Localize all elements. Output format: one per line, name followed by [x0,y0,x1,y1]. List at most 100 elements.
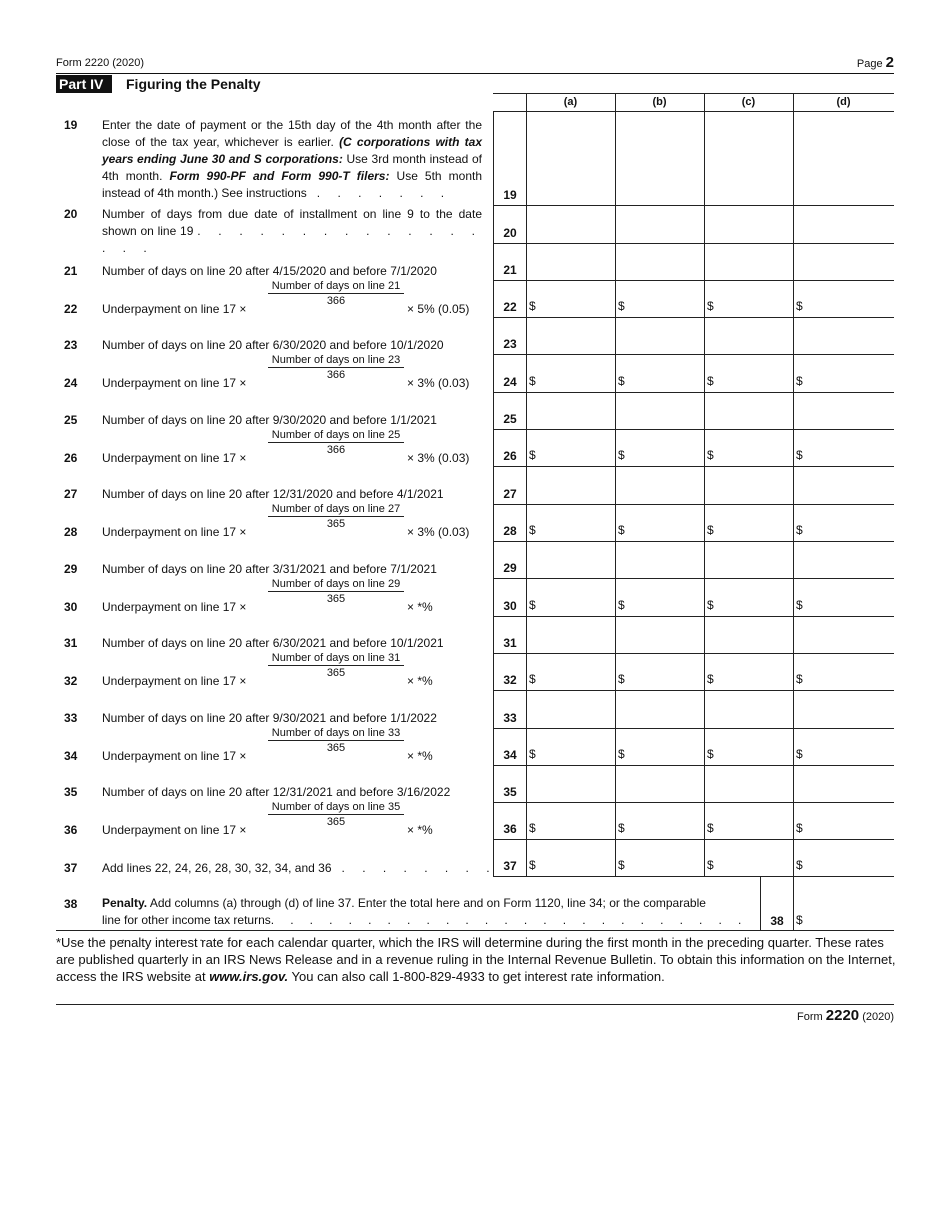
form-footer: Form 2220 (2020) [797,1007,894,1024]
input-cell-line-30-col-a[interactable] [527,579,614,615]
currency-symbol: $ [529,747,536,761]
input-cell-line-36-col-a[interactable] [527,803,614,838]
input-cell-line-19-col-d[interactable] [794,112,893,204]
input-cell-line-24-col-c[interactable] [705,355,792,391]
input-cell-line-35-col-a[interactable] [527,766,614,801]
input-cell-line-25-col-c[interactable] [705,393,792,428]
input-cell-line-27-col-c[interactable] [705,467,792,503]
input-cell-line-33-col-a[interactable] [527,691,614,727]
input-cell-line-23-col-a[interactable] [527,318,614,353]
input-cell-line-22-col-d[interactable] [794,281,893,316]
input-cell-line-21-col-b[interactable] [616,244,703,279]
day-count-description: Number of days on line 20 after 12/31/20… [102,487,444,501]
input-cell-line-22-col-a[interactable] [527,281,614,316]
input-cell-line-32-col-a[interactable] [527,654,614,689]
currency-symbol: $ [707,374,714,388]
column-header: (d) [836,96,851,108]
currency-symbol: $ [618,299,625,313]
line-38-bold: Penalty. [102,896,148,910]
box-line-number: 20 [503,226,517,240]
input-cell-line-36-col-b[interactable] [616,803,703,838]
input-cell-line-29-col-d[interactable] [794,542,893,577]
input-cell-line-28-col-a[interactable] [527,505,614,540]
box-line-number: 30 [503,599,517,613]
fraction-numerator: Number of days on line 33 [268,727,404,741]
input-cell-line-29-col-c[interactable] [705,542,792,577]
input-cell-line-24-col-b[interactable] [616,355,703,391]
input-cell-line-32-col-d[interactable] [794,654,893,689]
input-cell-line-36-col-c[interactable] [705,803,792,838]
input-cell-line-25-col-b[interactable] [616,393,703,428]
input-cell-line-31-col-b[interactable] [616,617,703,652]
input-cell-line-20-col-c[interactable] [705,206,792,242]
input-cell-line-27-col-b[interactable] [616,467,703,503]
currency-symbol: $ [529,448,536,462]
input-cell-line-29-col-b[interactable] [616,542,703,577]
day-count-description: Number of days on line 20 after 6/30/202… [102,636,444,650]
input-cell-line-35-col-c[interactable] [705,766,792,801]
input-cell-line-28-col-b[interactable] [616,505,703,540]
line-number: 21 [64,264,78,278]
input-cell-line-31-col-d[interactable] [794,617,893,652]
input-cell-line-31-col-c[interactable] [705,617,792,652]
penalty-description: Underpayment on line 17 × [102,674,247,688]
input-cell-line-36-col-d[interactable] [794,803,893,838]
input-cell-line-37-col-a[interactable] [527,840,614,875]
input-cell-line-21-col-a[interactable] [527,244,614,279]
input-cell-line-22-col-b[interactable] [616,281,703,316]
input-cell-line-23-col-b[interactable] [616,318,703,353]
input-cell-line-32-col-b[interactable] [616,654,703,689]
input-cell-line-30-col-b[interactable] [616,579,703,615]
input-cell-line-31-col-a[interactable] [527,617,614,652]
input-cell-line-27-col-a[interactable] [527,467,614,503]
input-cell-line-25-col-a[interactable] [527,393,614,428]
input-cell-line-35-col-b[interactable] [616,766,703,801]
input-cell-line-37-col-d[interactable] [794,840,893,875]
input-cell-line-38[interactable] [794,877,893,929]
input-cell-line-34-col-a[interactable] [527,729,614,764]
input-cell-line-23-col-d[interactable] [794,318,893,353]
input-cell-line-34-col-c[interactable] [705,729,792,764]
input-cell-line-20-col-b[interactable] [616,206,703,242]
input-cell-line-30-col-d[interactable] [794,579,893,615]
input-cell-line-37-col-c[interactable] [705,840,792,875]
input-cell-line-34-col-b[interactable] [616,729,703,764]
input-cell-line-19-col-c[interactable] [705,112,792,204]
input-cell-line-33-col-d[interactable] [794,691,893,727]
input-cell-line-28-col-d[interactable] [794,505,893,540]
footer-rule [56,1004,894,1005]
input-cell-line-21-col-d[interactable] [794,244,893,279]
input-cell-line-34-col-d[interactable] [794,729,893,764]
input-cell-line-33-col-c[interactable] [705,691,792,727]
day-count-description: Number of days on line 20 after 3/31/202… [102,562,437,576]
input-cell-line-20-col-d[interactable] [794,206,893,242]
input-cell-line-29-col-a[interactable] [527,542,614,577]
input-cell-line-33-col-b[interactable] [616,691,703,727]
irs-website-link[interactable]: www.irs.gov. [209,969,288,984]
input-cell-line-37-col-b[interactable] [616,840,703,875]
currency-symbol: $ [707,598,714,612]
input-cell-line-19-col-b[interactable] [616,112,703,204]
input-cell-line-27-col-d[interactable] [794,467,893,503]
input-cell-line-32-col-c[interactable] [705,654,792,689]
input-cell-line-23-col-c[interactable] [705,318,792,353]
input-cell-line-26-col-b[interactable] [616,430,703,465]
currency-symbol: $ [796,448,803,462]
input-cell-line-19-col-a[interactable] [527,112,614,204]
input-cell-line-20-col-a[interactable] [527,206,614,242]
fraction-numerator: Number of days on line 21 [268,280,404,294]
input-cell-line-21-col-c[interactable] [705,244,792,279]
line-37-description: Add lines 22, 24, 26, 28, 30, 32, 34, an… [102,860,497,877]
input-cell-line-24-col-a[interactable] [527,355,614,391]
input-cell-line-22-col-c[interactable] [705,281,792,316]
input-cell-line-26-col-a[interactable] [527,430,614,465]
input-cell-line-26-col-c[interactable] [705,430,792,465]
currency-symbol: $ [796,672,803,686]
input-cell-line-24-col-d[interactable] [794,355,893,391]
input-cell-line-26-col-d[interactable] [794,430,893,465]
input-cell-line-35-col-d[interactable] [794,766,893,801]
input-cell-line-30-col-c[interactable] [705,579,792,615]
input-cell-line-25-col-d[interactable] [794,393,893,428]
fraction-denominator: 366 [326,444,346,456]
input-cell-line-28-col-c[interactable] [705,505,792,540]
